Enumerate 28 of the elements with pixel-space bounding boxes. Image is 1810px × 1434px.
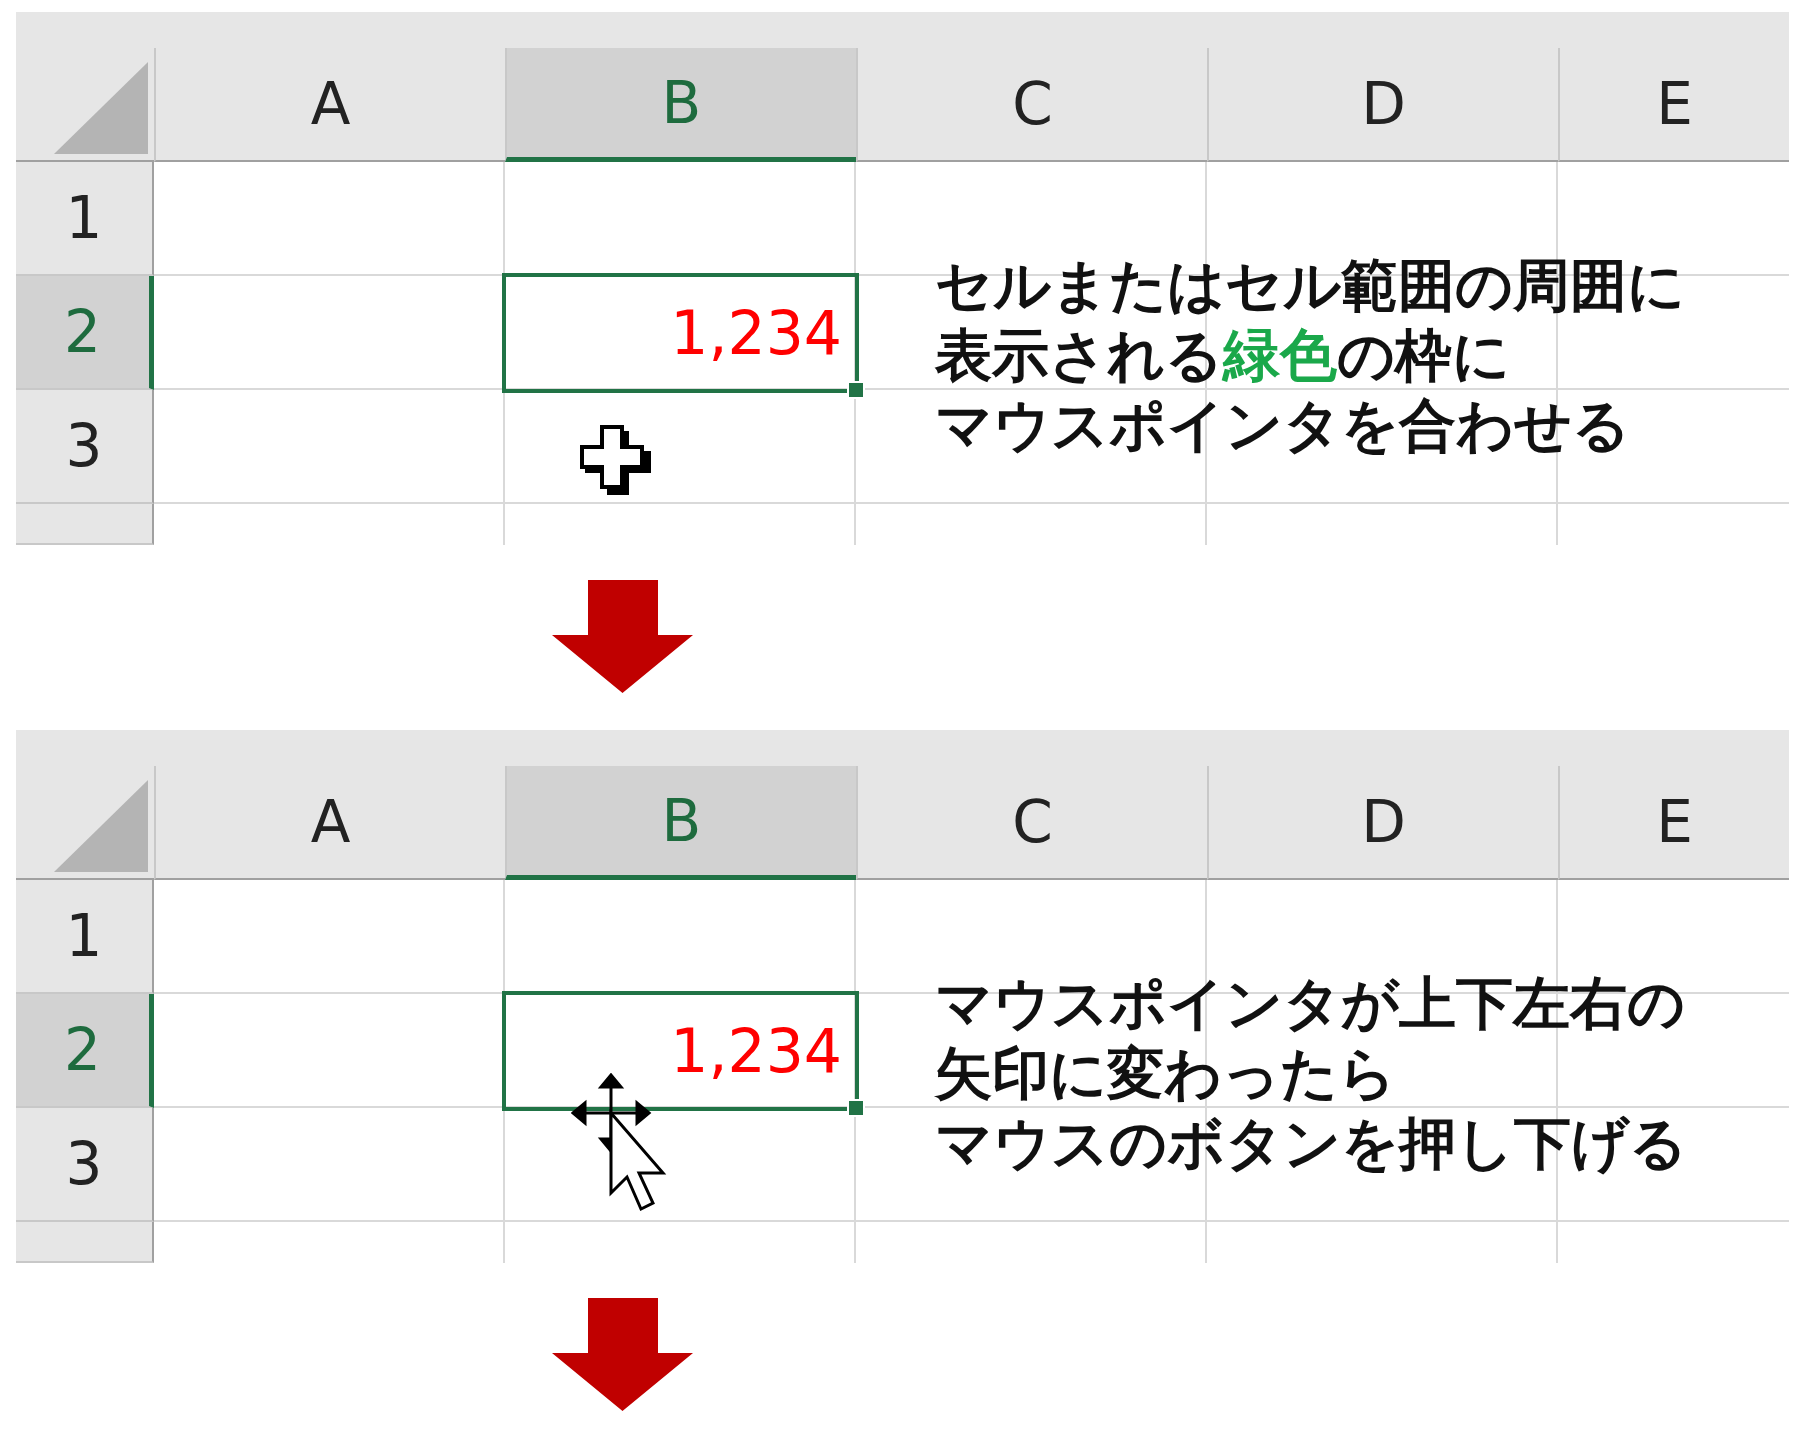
- column-header[interactable]: D: [1207, 48, 1558, 162]
- select-all-corner[interactable]: [54, 62, 148, 154]
- column-header[interactable]: B: [505, 48, 856, 162]
- row-header[interactable]: [16, 504, 154, 545]
- row-header[interactable]: 2: [16, 994, 154, 1108]
- column-header[interactable]: E: [1558, 766, 1789, 880]
- column-header[interactable]: E: [1558, 48, 1789, 162]
- row-header[interactable]: 3: [16, 390, 154, 504]
- column-header[interactable]: C: [856, 48, 1207, 162]
- column-header[interactable]: A: [154, 766, 505, 880]
- row-header[interactable]: 1: [16, 162, 154, 276]
- select-all-corner[interactable]: [54, 780, 148, 872]
- row-header[interactable]: 3: [16, 1108, 154, 1222]
- active-cell[interactable]: 1,234: [505, 276, 856, 390]
- column-header[interactable]: D: [1207, 766, 1558, 880]
- column-header[interactable]: C: [856, 766, 1207, 880]
- fill-handle[interactable]: [847, 381, 865, 399]
- down-arrow-icon: [552, 580, 693, 693]
- instruction-text: マウスポインタが上下左右の 矢印に変わったら マウスのボタンを押し下げる: [935, 969, 1687, 1178]
- instruction-text: セルまたはセル範囲の周囲に 表示される緑色の枠に マウスポインタを合わせる: [935, 251, 1685, 460]
- row-header[interactable]: 1: [16, 880, 154, 994]
- fill-handle[interactable]: [847, 1099, 865, 1117]
- column-header[interactable]: A: [154, 48, 505, 162]
- down-arrow-icon: [552, 1298, 693, 1411]
- active-cell[interactable]: 1,234: [505, 994, 856, 1108]
- column-header[interactable]: B: [505, 766, 856, 880]
- row-header[interactable]: 2: [16, 276, 154, 390]
- row-header[interactable]: [16, 1222, 154, 1263]
